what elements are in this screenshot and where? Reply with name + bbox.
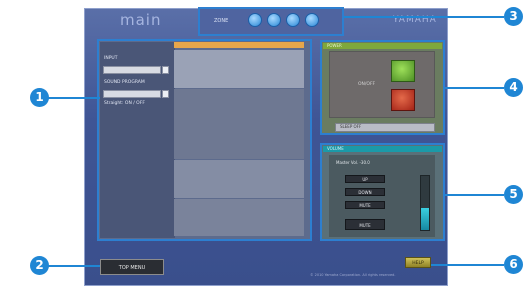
callout-2: 2	[30, 256, 49, 275]
callout-5-leader	[445, 194, 504, 196]
callout-3: 3	[504, 7, 523, 26]
program-sub-label: Straight: ON / OFF	[104, 101, 145, 106]
list-item[interactable]	[174, 199, 304, 236]
volume-down-button[interactable]: DOWN	[345, 188, 385, 196]
zone-button-4[interactable]	[305, 13, 319, 27]
callout-4: 4	[504, 78, 523, 97]
zone-button-2[interactable]	[267, 13, 281, 27]
power-on-button[interactable]	[391, 60, 415, 82]
program-dropdown-arrow[interactable]	[162, 90, 169, 98]
callout-2-leader	[48, 265, 100, 267]
volume-mute-button[interactable]: MUTE	[345, 201, 385, 209]
callout-1-leader	[48, 97, 100, 99]
program-label: SOUND PROGRAM	[104, 80, 145, 85]
volume-up-button[interactable]: UP	[345, 175, 385, 183]
power-controls	[329, 51, 435, 118]
volume-level-fill	[421, 208, 429, 230]
help-button[interactable]: HELP	[405, 257, 431, 268]
callout-5: 5	[504, 185, 523, 204]
power-status-label: ON/OFF	[358, 82, 376, 87]
callout-6: 6	[504, 255, 523, 274]
sleep-select[interactable]: SLEEP OFF	[335, 123, 435, 132]
list-item[interactable]	[174, 160, 304, 198]
zone-label: ZONE	[214, 18, 229, 24]
power-off-button[interactable]	[391, 89, 415, 111]
zone-button-1[interactable]	[248, 13, 262, 27]
master-volume-label: Master Vol. -30.0	[336, 160, 370, 165]
copyright-text: © 2010 Yamaha Corporation. All rights re…	[310, 273, 396, 277]
list-header	[174, 42, 304, 48]
zone-button-3[interactable]	[286, 13, 300, 27]
input-label: INPUT	[104, 56, 118, 61]
callout-1: 1	[30, 88, 49, 107]
mute-toggle-button[interactable]: MUTE	[345, 219, 385, 230]
callout-4-leader	[445, 87, 504, 89]
volume-heading: VOLUME	[323, 146, 442, 152]
callout-6-leader	[431, 264, 504, 266]
input-dropdown-arrow[interactable]	[162, 66, 169, 74]
program-select[interactable]	[103, 90, 161, 98]
top-menu-button[interactable]: TOP MENU	[100, 259, 164, 275]
callout-3-leader	[344, 16, 504, 18]
power-heading: POWER	[323, 43, 442, 49]
input-select[interactable]	[103, 66, 161, 74]
list-item[interactable]	[174, 89, 304, 159]
page-title: main	[120, 11, 162, 29]
list-item[interactable]	[174, 50, 304, 88]
